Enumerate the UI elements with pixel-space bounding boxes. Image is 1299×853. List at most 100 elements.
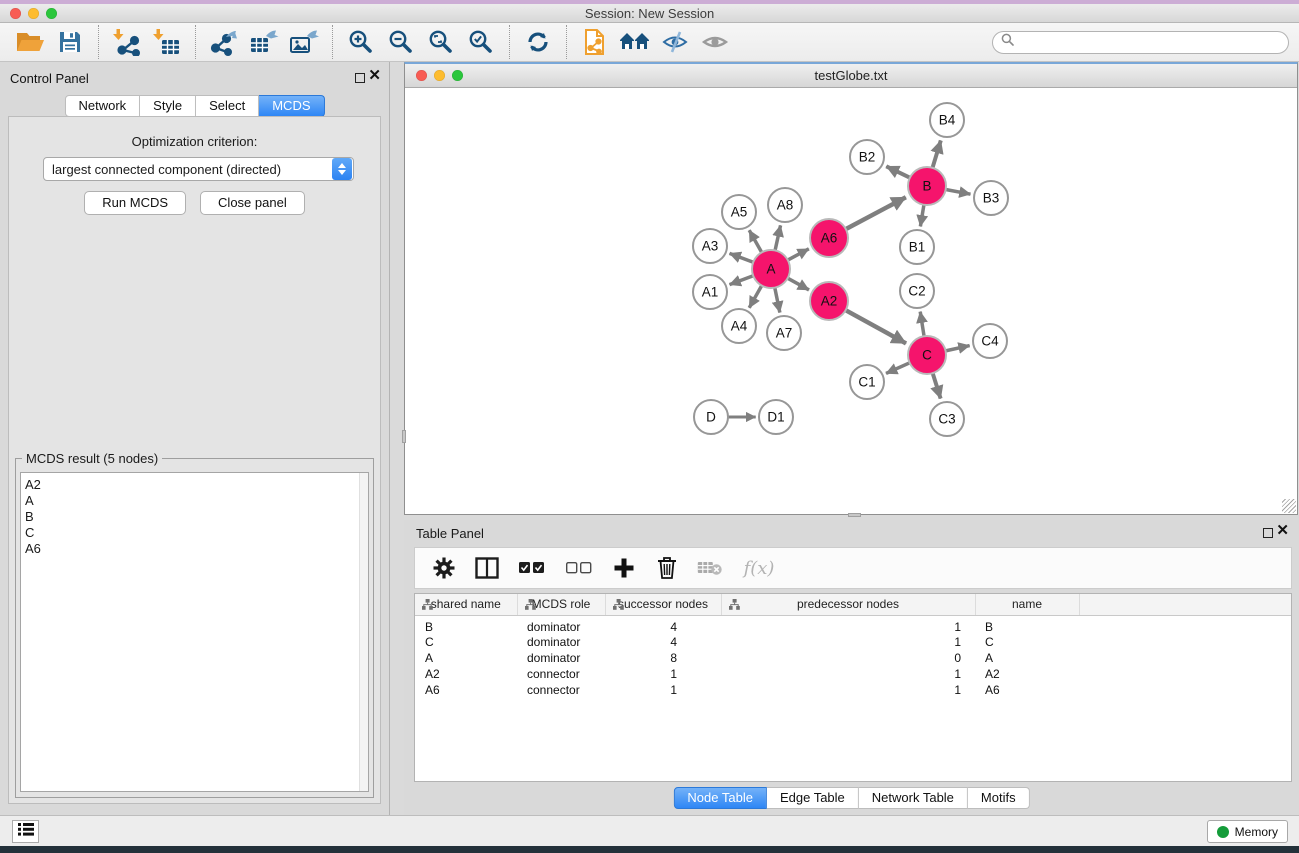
status-bar: Memory bbox=[0, 815, 1299, 846]
graph-edge[interactable] bbox=[886, 166, 910, 177]
mcds-result-item[interactable]: A6 bbox=[21, 541, 368, 557]
export-network-icon[interactable] bbox=[204, 25, 244, 59]
graph-edge[interactable] bbox=[749, 230, 761, 252]
graph-node-label: C bbox=[922, 348, 932, 363]
open-session-icon[interactable] bbox=[10, 25, 50, 59]
import-network-icon[interactable] bbox=[107, 25, 147, 59]
criterion-dropdown[interactable]: largest connected component (directed) bbox=[43, 157, 354, 181]
network-window-titlebar[interactable]: testGlobe.txt bbox=[405, 64, 1297, 88]
column-header[interactable]: shared name bbox=[415, 594, 517, 615]
attribute-icon bbox=[613, 599, 624, 613]
run-mcds-button[interactable]: Run MCDS bbox=[84, 191, 186, 215]
table-row[interactable]: Bdominator41B bbox=[415, 615, 1291, 634]
float-table-panel-icon[interactable] bbox=[1263, 528, 1273, 538]
graph-edge[interactable] bbox=[933, 140, 941, 167]
float-panel-icon[interactable] bbox=[355, 73, 365, 83]
mcds-result-title: MCDS result (5 nodes) bbox=[22, 451, 162, 466]
column-header[interactable]: MCDS role bbox=[517, 594, 605, 615]
zoom-out-icon[interactable] bbox=[381, 25, 421, 59]
gear-icon[interactable] bbox=[431, 555, 457, 581]
tab-mcds[interactable]: MCDS bbox=[259, 95, 324, 117]
criterion-dropdown-value: largest connected component (directed) bbox=[44, 162, 332, 177]
tab-select[interactable]: Select bbox=[196, 95, 259, 117]
graph-node-label: C3 bbox=[938, 412, 955, 427]
task-history-button[interactable] bbox=[12, 820, 39, 843]
new-network-from-selection-icon[interactable] bbox=[575, 25, 615, 59]
tab-node-table[interactable]: Node Table bbox=[673, 787, 767, 809]
memory-button[interactable]: Memory bbox=[1207, 820, 1288, 843]
mcds-result-item[interactable]: A2 bbox=[21, 473, 368, 493]
graph-edge[interactable] bbox=[846, 197, 906, 229]
graph-edge[interactable] bbox=[846, 310, 906, 343]
graph-edge[interactable] bbox=[775, 225, 780, 250]
column-header[interactable]: predecessor nodes bbox=[721, 594, 975, 615]
table-row[interactable]: A2connector11A2 bbox=[415, 666, 1291, 682]
zoom-in-icon[interactable] bbox=[341, 25, 381, 59]
close-panel-button[interactable]: Close panel bbox=[200, 191, 305, 215]
graph-edge[interactable] bbox=[730, 276, 754, 285]
graph-edge[interactable] bbox=[946, 346, 970, 351]
close-panel-icon[interactable]: ✕ bbox=[368, 67, 381, 85]
graph-edge[interactable] bbox=[933, 373, 941, 398]
deselect-all-icon[interactable] bbox=[564, 555, 594, 581]
table-row[interactable]: Cdominator41C bbox=[415, 634, 1291, 650]
graph-node-label: C1 bbox=[858, 375, 875, 390]
refresh-icon[interactable] bbox=[518, 25, 558, 59]
zoom-selected-icon[interactable] bbox=[461, 25, 501, 59]
export-table-icon[interactable] bbox=[244, 25, 284, 59]
graph-node-label: A1 bbox=[702, 285, 719, 300]
network-canvas[interactable]: AA1A2A3A4A5A6A7A8BB1B2B3B4CC1C2C3C4DD1 bbox=[405, 88, 1297, 514]
function-builder-icon[interactable]: f(x) bbox=[740, 555, 778, 581]
control-panel-title: Control Panel bbox=[10, 71, 89, 86]
table-row[interactable]: Adominator80A bbox=[415, 650, 1291, 666]
splitter-handle-left[interactable] bbox=[402, 430, 406, 443]
mcds-list-scrollbar[interactable] bbox=[359, 473, 368, 791]
graph-edge[interactable] bbox=[730, 253, 754, 262]
graph-edge[interactable] bbox=[749, 286, 761, 308]
graph-edge[interactable] bbox=[886, 363, 910, 374]
add-column-icon[interactable] bbox=[611, 555, 637, 581]
column-header[interactable]: name bbox=[975, 594, 1079, 615]
search-field[interactable] bbox=[992, 31, 1289, 54]
tab-network-table[interactable]: Network Table bbox=[859, 787, 968, 809]
graph-edge[interactable] bbox=[788, 249, 809, 260]
save-session-icon[interactable] bbox=[50, 25, 90, 59]
network-graph[interactable]: AA1A2A3A4A5A6A7A8BB1B2B3B4CC1C2C3C4DD1 bbox=[405, 88, 1297, 514]
hide-graphics-details-icon[interactable] bbox=[655, 25, 695, 59]
delete-column-icon[interactable] bbox=[654, 555, 680, 581]
tab-style[interactable]: Style bbox=[140, 95, 196, 117]
search-input[interactable] bbox=[1019, 35, 1280, 49]
column-header[interactable]: successor nodes bbox=[605, 594, 721, 615]
export-image-icon[interactable] bbox=[284, 25, 324, 59]
tab-network[interactable]: Network bbox=[64, 95, 140, 117]
graph-edge[interactable] bbox=[920, 205, 924, 227]
mcds-result-item[interactable]: A bbox=[21, 493, 368, 509]
graph-node-label: B bbox=[922, 179, 931, 194]
select-all-icon[interactable] bbox=[517, 555, 547, 581]
delete-table-icon[interactable] bbox=[697, 555, 723, 581]
show-graphics-details-icon[interactable] bbox=[695, 25, 735, 59]
splitter-handle-bottom[interactable] bbox=[848, 513, 861, 517]
tab-motifs[interactable]: Motifs bbox=[968, 787, 1030, 809]
graph-edge[interactable] bbox=[775, 288, 780, 313]
graph-edge[interactable] bbox=[946, 190, 971, 195]
window-resize-grip-icon[interactable] bbox=[1282, 499, 1296, 513]
graph-edge[interactable] bbox=[788, 278, 809, 290]
node-table[interactable]: shared nameMCDS rolesuccessor nodesprede… bbox=[414, 593, 1292, 782]
table-panel: Table Panel ✕ f(x) shared nameMCDS roles… bbox=[404, 520, 1299, 815]
mcds-result-group: MCDS result (5 nodes) A2ABCA6 bbox=[15, 458, 374, 798]
graph-node-label: A4 bbox=[731, 319, 748, 334]
zoom-fit-icon[interactable] bbox=[421, 25, 461, 59]
mcds-result-list[interactable]: A2ABCA6 bbox=[20, 472, 369, 792]
graph-edge[interactable] bbox=[920, 312, 924, 337]
mcds-result-item[interactable]: B bbox=[21, 509, 368, 525]
tab-edge-table[interactable]: Edge Table bbox=[767, 787, 859, 809]
mcds-result-item[interactable]: C bbox=[21, 525, 368, 541]
network-view-window: testGlobe.txt AA1A2A3A4A5A6A7A8BB1B2B3B4… bbox=[404, 62, 1298, 515]
table-row[interactable]: A6connector11A6 bbox=[415, 682, 1291, 698]
import-table-icon[interactable] bbox=[147, 25, 187, 59]
close-table-panel-icon[interactable]: ✕ bbox=[1276, 522, 1289, 540]
graph-node-label: A3 bbox=[702, 239, 719, 254]
column-browser-icon[interactable] bbox=[474, 555, 500, 581]
home-layout-icon[interactable] bbox=[615, 25, 655, 59]
